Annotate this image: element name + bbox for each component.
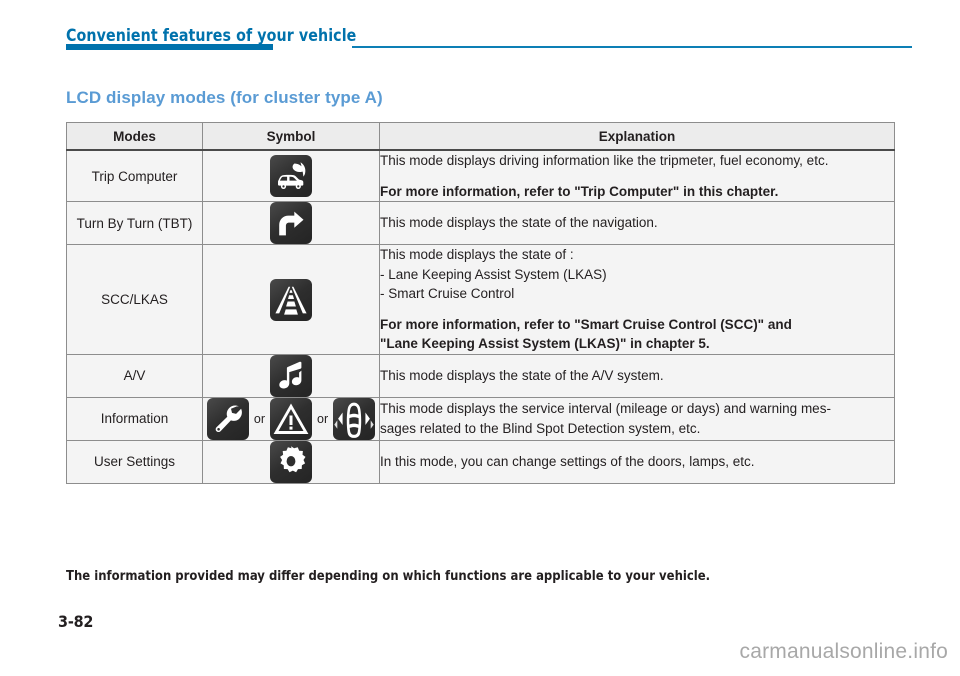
explanation-cell: This mode displays the service interval … [379, 396, 895, 441]
header-rule-thin [352, 46, 912, 48]
blind-spot-car-icon [333, 397, 376, 440]
page-title: Convenient features of your vehicle [66, 26, 357, 46]
explanation-cell: This mode displays driving information l… [379, 149, 895, 203]
footnote-text: The information provided may differ depe… [66, 568, 711, 584]
explanation-line: This mode displays the state of : [380, 247, 574, 263]
page-running-header: Convenient features of your vehicle [0, 0, 960, 56]
table-row: Information or or This mode displays the… [66, 396, 895, 441]
table-row: A/V This mode displays the state of the … [66, 353, 895, 398]
explanation-line: This mode displays the service interval … [380, 401, 831, 417]
watermark: carmanualsonline.info [739, 640, 948, 663]
symbol-cell [202, 244, 380, 355]
mode-name-cell: Information [66, 396, 203, 441]
mode-name-cell: A/V [66, 353, 203, 398]
symbol-cell [202, 439, 380, 484]
mode-name-label: Information [100, 411, 169, 427]
mode-name-label: A/V [123, 368, 146, 384]
explanation-line: This mode displays the state of the navi… [380, 215, 658, 231]
explanation-line: This mode displays driving information l… [380, 153, 829, 168]
mode-name-cell: SCC/LKAS [66, 244, 203, 355]
mode-name-label: User Settings [93, 454, 176, 470]
explanation-line: - Lane Keeping Assist System (LKAS) [380, 266, 607, 282]
header-rule-thick [66, 44, 273, 50]
explanation-line: sages related to the Blind Spot Detectio… [380, 420, 701, 436]
table-body: Trip Computer This mode displays driving… [66, 149, 895, 484]
table-row: SCC/LKAS This mode displays the state of… [66, 244, 895, 355]
warning-triangle-icon [270, 397, 312, 440]
gear-icon [270, 440, 312, 483]
explanation-line: - Smart Cruise Control [380, 286, 515, 302]
page-number: 3-82 [58, 612, 94, 631]
mode-name-cell: User Settings [66, 439, 203, 484]
explanation-spacer [380, 171, 894, 182]
section-heading: LCD display modes (for cluster type A) [66, 88, 383, 107]
explanation-cell: In this mode, you can change settings of… [379, 439, 895, 484]
column-header-symbol: Symbol [202, 122, 380, 151]
mode-name-label: SCC/LKAS [101, 292, 168, 308]
wrench-icon [206, 397, 249, 440]
explanation-line: "Lane Keeping Assist System (LKAS)" in c… [380, 336, 710, 352]
symbol-cell [202, 149, 380, 203]
symbol-cell: or or [202, 396, 380, 441]
symbol-cell [202, 353, 380, 398]
turn-right-arrow-icon [270, 202, 312, 245]
icon-separator-or: or [253, 411, 265, 426]
explanation-cell: This mode displays the state of : - Lane … [379, 244, 895, 355]
lcd-display-modes-table: Modes Symbol Explanation Trip Computer T… [66, 122, 895, 484]
explanation-cell: This mode displays the state of the A/V … [379, 353, 895, 398]
mode-name-cell: Trip Computer [66, 149, 203, 203]
mode-name-label: Turn By Turn (TBT) [76, 215, 193, 231]
column-header-modes: Modes [66, 122, 203, 151]
mode-name-label: Trip Computer [91, 168, 178, 184]
car-leaf-icon [270, 155, 312, 198]
table-row: Trip Computer This mode displays driving… [66, 149, 895, 203]
music-note-icon [270, 354, 312, 397]
explanation-cell: This mode displays the state of the navi… [379, 201, 895, 246]
explanation-line: For more information, refer to "Trip Com… [380, 183, 779, 199]
mode-name-cell: Turn By Turn (TBT) [66, 201, 203, 246]
table-row: User Settings In this mode, you can chan… [66, 439, 895, 484]
explanation-line: This mode displays the state of the A/V … [380, 368, 664, 384]
explanation-line: In this mode, you can change settings of… [380, 454, 755, 470]
symbol-cell [202, 201, 380, 246]
explanation-line: For more information, refer to "Smart Cr… [380, 316, 792, 332]
icon-separator-or: or [317, 411, 329, 426]
lane-road-icon [270, 278, 312, 321]
table-header-row: Modes Symbol Explanation [66, 122, 895, 151]
table-row: Turn By Turn (TBT) This mode displays th… [66, 201, 895, 246]
explanation-spacer [380, 304, 894, 315]
column-header-explanation: Explanation [379, 122, 895, 151]
